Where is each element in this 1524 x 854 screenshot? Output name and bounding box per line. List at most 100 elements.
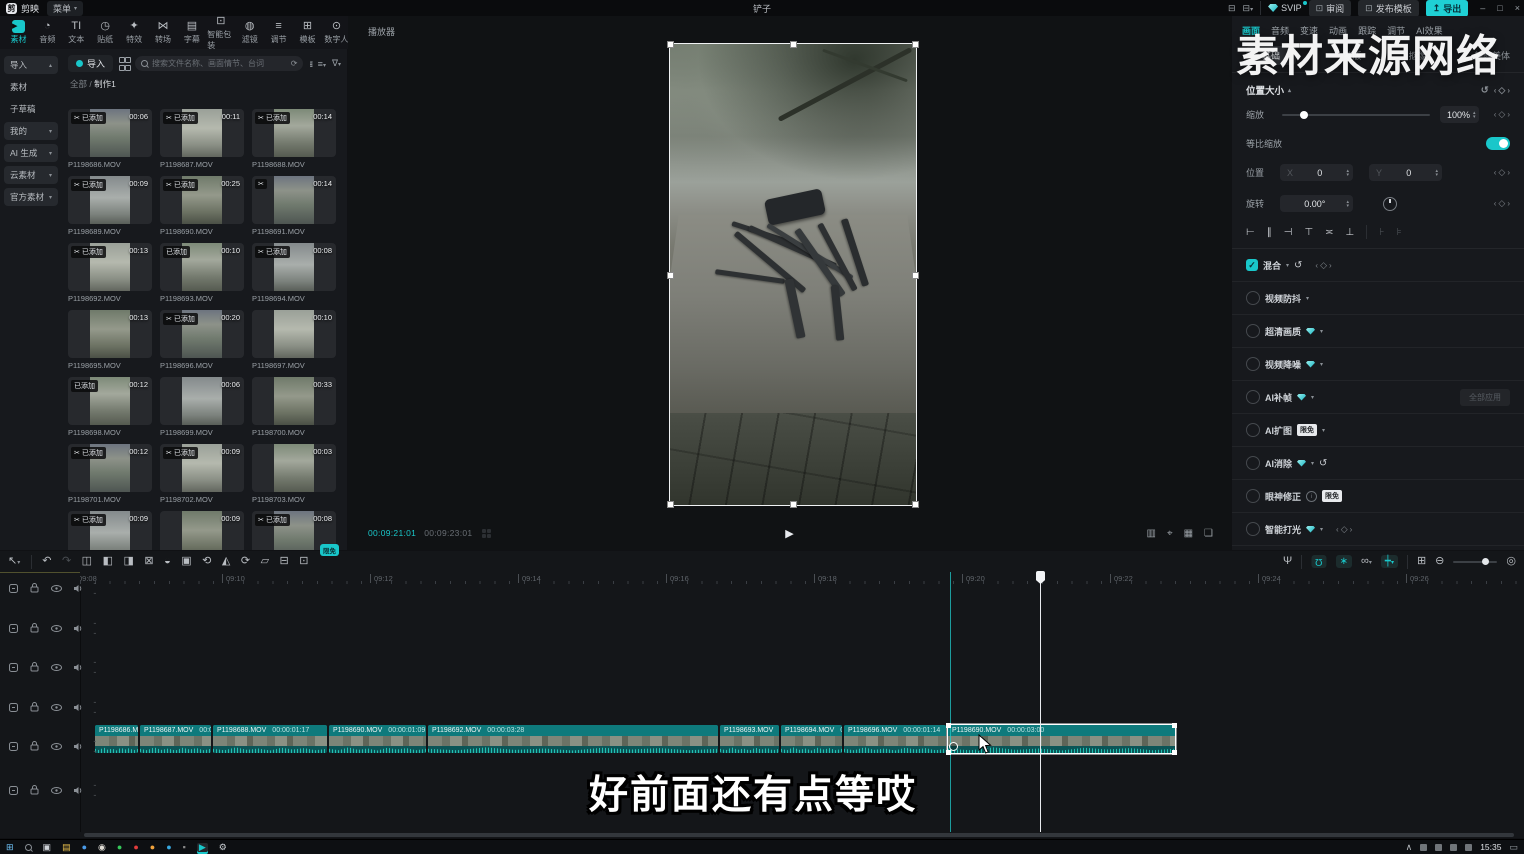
track-more-icon[interactable]: --	[93, 780, 99, 800]
media-nav-item[interactable]: 云素材 ▾	[4, 166, 58, 184]
effect-row[interactable]: ✓ AI消除 i 限免 ▾ 全部应用 ↺ ‹◇›	[1232, 447, 1524, 480]
media-item[interactable]: ✂ 已添加 00:11 P1198687.MOV	[160, 109, 244, 176]
reset-icon[interactable]: ↺	[1319, 458, 1327, 469]
freeze-frame-icon[interactable]: ▣	[181, 556, 191, 567]
chevron-down-icon[interactable]: ▾	[1306, 295, 1309, 302]
ribbon-tab[interactable]: ⊙ 数字人	[323, 20, 350, 45]
media-item[interactable]: ✂ 已添加 00:25 P1198690.MOV	[160, 176, 244, 243]
media-thumbnail[interactable]: ✂ 已添加 00:10	[252, 310, 336, 358]
media-item[interactable]: ✂ 已添加 00:06 P1198699.MOV	[160, 377, 244, 444]
keyframe-nav[interactable]: ‹◇›	[1315, 260, 1331, 271]
track-visibility-icon[interactable]	[51, 784, 62, 796]
track-mute-icon[interactable]	[72, 661, 83, 673]
search-input[interactable]: 搜索文件名称、画面情节、台词 ⟳	[135, 56, 303, 71]
media-item[interactable]: ✂ 已添加 00:14 P1198688.MOV	[252, 109, 336, 176]
media-item[interactable]: ✂ 已添加 00:10 P1198693.MOV	[160, 243, 244, 310]
red-app-icon[interactable]: ●	[133, 843, 138, 852]
chevron-down-icon[interactable]: ▾	[1320, 328, 1323, 335]
filter-icon[interactable]: ∇▾	[332, 58, 341, 69]
media-thumbnail[interactable]: ✂ 已添加 00:09	[160, 444, 244, 492]
ribbon-tab[interactable]: ≡ 调节	[265, 20, 292, 45]
media-thumbnail[interactable]: ✂ 已添加 00:12	[68, 444, 152, 492]
media-item[interactable]: ✂ 已添加 00:08 P1198694.MOV	[252, 243, 336, 310]
track-lock-icon[interactable]	[29, 622, 40, 634]
export-button[interactable]: ↥导出	[1426, 0, 1469, 17]
ribbon-tab[interactable]: ⋈ 转场	[149, 20, 176, 45]
sort-icon[interactable]: ≡▾	[318, 59, 326, 69]
track-visibility-icon[interactable]	[51, 582, 62, 594]
checkbox-icon[interactable]	[1246, 456, 1260, 470]
layout-icon[interactable]: ⊟	[1228, 3, 1236, 14]
media-thumbnail[interactable]: ✂ 已添加 00:06	[160, 377, 244, 425]
chevron-down-icon[interactable]: ▾	[1311, 460, 1314, 467]
smart-tool-icon[interactable]: ⊡	[299, 556, 308, 567]
track-more-icon[interactable]: --	[93, 697, 99, 717]
media-thumbnail[interactable]: ✂ 已添加 00:20	[160, 310, 244, 358]
media-item[interactable]: ✂ 已添加 00:09 P1198689.MOV	[68, 176, 152, 243]
menu-button[interactable]: 菜单▾	[47, 1, 83, 16]
video-preview[interactable]	[670, 44, 916, 505]
effect-row[interactable]: ✓ 眼神修正 i 限免 ▾ 全部应用 ↺ ‹◇›	[1232, 480, 1524, 513]
media-thumbnail[interactable]: ✂ 已添加 00:12	[68, 377, 152, 425]
settings-gear-icon[interactable]: ⚙	[219, 843, 227, 852]
grid-view-icon[interactable]: ᎒᎒	[309, 58, 311, 70]
media-item[interactable]: ✂ 已添加 00:33 P1198700.MOV	[252, 377, 336, 444]
split-icon[interactable]: ◫	[82, 556, 92, 567]
stepper-icon[interactable]: ▴▾	[1436, 169, 1439, 177]
track-mute-icon[interactable]	[72, 784, 83, 796]
align-bottom-icon[interactable]: ⊥	[1346, 227, 1355, 238]
effect-row[interactable]: ✓ 智能打光 i 限免 ▾ 全部应用 ↺ ‹◇›	[1232, 513, 1524, 546]
chrome-icon[interactable]: ◉	[98, 843, 106, 852]
keyframe-nav[interactable]: ‹◇›	[1494, 85, 1510, 96]
stepper-icon[interactable]: ▴▾	[1347, 169, 1350, 177]
timeline-clip[interactable]: P1198690.MOV00:00:01:09	[329, 725, 426, 753]
ribbon-tab[interactable]: ◍ 滤镜	[236, 20, 263, 45]
ribbon-tab[interactable]: ⊞ 模板	[294, 20, 321, 45]
media-thumbnail[interactable]: ✂ 已添加 00:09	[160, 511, 244, 550]
media-thumbnail[interactable]: ✂ 已添加 00:14	[252, 176, 336, 224]
media-nav-item[interactable]: 官方素材 ▾	[4, 188, 58, 206]
ribbon-tab[interactable]: TI 文本	[63, 20, 90, 45]
mirror-icon[interactable]: ◭	[222, 556, 230, 567]
fullscreen-icon[interactable]: ❏	[1204, 528, 1213, 539]
track-lock-icon[interactable]	[29, 582, 40, 594]
ribbon-tab[interactable]: ◷ 贴纸	[92, 20, 119, 45]
track-collapse-icon[interactable]	[8, 740, 19, 752]
compact-view-icon[interactable]	[119, 57, 129, 71]
track-collapse-icon[interactable]	[8, 661, 19, 673]
effect-row[interactable]: ✓ AI补帧 i 限免 ▾ 全部应用 ↺ ‹◇›	[1232, 381, 1524, 414]
effect-row[interactable]: ✓ 智能萌娃 i 限免 ▾ 全部应用 ↺ ‹◇›	[1232, 546, 1524, 550]
checkbox-icon[interactable]	[1246, 357, 1260, 371]
ribbon-tab[interactable]: ⊡ 智能包装	[207, 15, 234, 51]
media-nav-item[interactable]: 子草稿	[4, 100, 58, 118]
align-top-icon[interactable]: ⊤	[1304, 227, 1313, 238]
media-thumbnail[interactable]: ✂ 已添加 00:10	[160, 243, 244, 291]
media-thumbnail[interactable]: ✂ 已添加 00:14	[252, 109, 336, 157]
delete-icon[interactable]: ⊠	[144, 556, 153, 567]
clock[interactable]: 15:35	[1480, 842, 1501, 852]
notification-icon[interactable]: ▭	[1509, 843, 1518, 852]
zoom-fit-icon[interactable]: ◎	[1506, 556, 1516, 567]
tray-icon[interactable]	[1435, 844, 1442, 851]
track-collapse-icon[interactable]	[8, 784, 19, 796]
crop-icon[interactable]: ▱	[261, 556, 269, 567]
media-thumbnail[interactable]: ✂ 已添加 00:33	[252, 377, 336, 425]
media-thumbnail[interactable]: ✂ 已添加 00:03	[252, 444, 336, 492]
chevron-down-icon[interactable]: ▾	[1322, 427, 1325, 434]
import-button[interactable]: 导入	[68, 55, 113, 72]
track-lock-icon[interactable]	[29, 701, 40, 713]
media-item[interactable]: ✂ 已添加 00:06 P1198686.MOV	[68, 109, 152, 176]
position-x-field[interactable]: X0▴▾	[1280, 164, 1353, 181]
ribbon-tab[interactable]: ◔ 音频	[34, 20, 61, 45]
align-center-h-icon[interactable]: ∥	[1267, 227, 1272, 238]
timeline-clip[interactable]: P1198686.M	[95, 725, 138, 753]
media-item[interactable]: ✂ 已添加 00:09 P1198704.MOV	[68, 511, 152, 550]
checkbox-icon[interactable]	[1246, 489, 1260, 503]
layout-switch-icon[interactable]: ⊟▾	[1243, 3, 1254, 14]
stepper-icon[interactable]: ▴▾	[1347, 200, 1350, 208]
checkbox-icon[interactable]	[1246, 423, 1260, 437]
media-thumbnail[interactable]: ✂ 已添加 00:25	[160, 176, 244, 224]
effect-row[interactable]: ✓ 视频防抖 i 限免 ▾ 全部应用 ↺ ‹◇›	[1232, 282, 1524, 315]
chevron-down-icon[interactable]: ▾	[1286, 262, 1289, 269]
track-more-icon[interactable]: --	[93, 578, 99, 598]
